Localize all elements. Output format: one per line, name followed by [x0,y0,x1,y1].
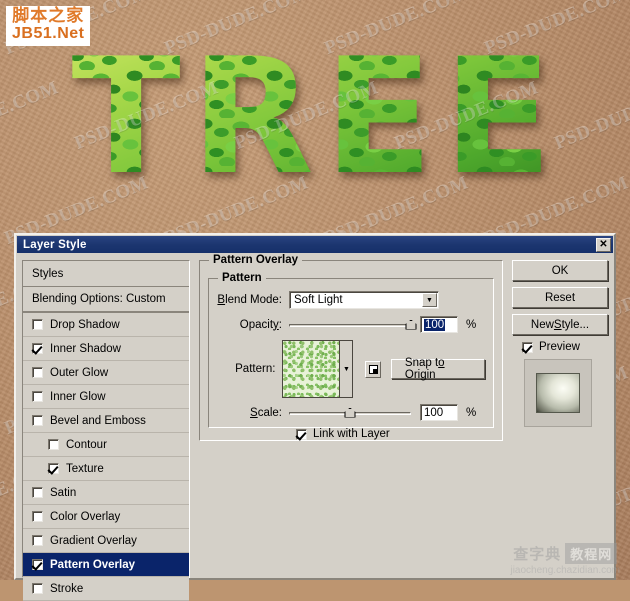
style-row-pattern-overlay[interactable]: Pattern Overlay [23,553,189,577]
opacity-label: Opacity: [239,318,282,331]
style-checkbox[interactable] [32,415,43,426]
chevron-down-icon[interactable]: ▼ [422,293,437,307]
scale-slider[interactable] [289,406,411,420]
styles-panel: Styles Blending Options: Custom Drop Sha… [22,260,190,601]
preview-thumbnail [536,373,580,413]
pattern-dropdown-icon[interactable]: ▼ [339,341,353,397]
opacity-unit: % [466,318,477,331]
tree-headline-text: TREE [52,22,582,212]
blend-mode-value: Soft Light [294,294,343,306]
style-row-label: Gradient Overlay [50,534,137,547]
style-checkbox[interactable] [48,463,59,474]
jb51-logo-en: JB51.Net [12,24,85,42]
dialog-title: Layer Style [23,238,87,251]
opacity-slider-thumb[interactable] [405,319,417,330]
style-row-outer-glow[interactable]: Outer Glow [23,361,189,385]
styles-list-header[interactable]: Styles [23,261,189,287]
style-row-label: Bevel and Emboss [50,414,146,427]
scale-input[interactable]: 100 [420,404,458,421]
style-row-bevel-and-emboss[interactable]: Bevel and Emboss [23,409,189,433]
pattern-swatch[interactable] [283,341,340,397]
style-checkbox[interactable] [32,535,43,546]
blend-mode-select[interactable]: Soft Light ▼ [289,291,439,309]
dialog-title-bar[interactable]: Layer Style ✕ [17,236,613,253]
style-row-contour[interactable]: Contour [23,433,189,457]
scale-label: Scale: [250,406,282,419]
style-checkbox[interactable] [32,559,43,570]
style-row-inner-shadow[interactable]: Inner Shadow [23,337,189,361]
new-pattern-icon [368,364,378,374]
style-row-label: Satin [50,486,77,499]
pattern-overlay-group-title: Pattern Overlay [209,254,303,266]
preview-row[interactable]: Preview [522,341,608,353]
style-checkbox[interactable] [32,487,43,498]
jb51-logo-cn: 脚本之家 [12,6,85,26]
new-pattern-icon-button[interactable] [365,360,381,378]
style-row-label: Drop Shadow [50,318,120,331]
close-icon[interactable]: ✕ [596,237,611,252]
snap-to-origin-button[interactable]: Snap to Origin [390,357,485,381]
buttons-panel: OK Reset New Style... Preview [508,260,608,578]
opacity-row: Opacity: 100 % [217,316,485,333]
link-with-layer-checkbox[interactable] [296,428,307,440]
link-with-layer-label: Link with Layer [313,428,390,440]
layer-style-dialog: Layer Style ✕ Styles Blending Options: C… [14,233,616,601]
style-row-label: Outer Glow [50,366,109,379]
pattern-label: Pattern: [235,363,276,375]
style-row-color-overlay[interactable]: Color Overlay [23,505,189,529]
preview-thumbnail-frame [524,359,592,427]
pattern-overlay-group: Pattern Overlay Pattern Blend Mode: Soft… [199,254,503,441]
style-row-label: Pattern Overlay [50,558,136,571]
blending-options-row[interactable]: Blending Options: Custom [23,287,189,313]
style-row-texture[interactable]: Texture [23,457,189,481]
new-style-button[interactable]: New Style... [512,314,608,335]
style-checkbox[interactable] [48,439,59,450]
style-row-label: Stroke [50,582,84,595]
style-row-drop-shadow[interactable]: Drop Shadow [23,313,189,337]
style-checkbox[interactable] [32,583,43,594]
ok-button[interactable]: OK [512,260,608,281]
style-row-label: Color Overlay [50,510,121,523]
style-row-stroke[interactable]: Stroke [23,577,189,601]
content-panel: Pattern Overlay Pattern Blend Mode: Soft… [190,254,508,578]
blend-mode-row: Blend Mode: Soft Light ▼ [217,291,485,309]
opacity-slider-track [289,323,411,327]
style-row-satin[interactable]: Satin [23,481,189,505]
opacity-slider[interactable] [289,318,417,332]
preview-label: Preview [539,341,580,353]
reset-button[interactable]: Reset [512,287,608,308]
pattern-row: Pattern: ▼ Snap to Origin [217,340,485,398]
style-row-label: Contour [66,438,107,451]
style-checkbox[interactable] [32,319,43,330]
style-row-label: Inner Shadow [50,342,121,355]
pattern-picker[interactable]: ▼ [282,340,354,398]
style-row-gradient-overlay[interactable]: Gradient Overlay [23,529,189,553]
style-row-inner-glow[interactable]: Inner Glow [23,385,189,409]
pattern-group-title: Pattern [218,272,266,284]
style-checkbox[interactable] [32,343,43,354]
scale-row: Scale: 100 % [217,404,485,421]
jb51-logo: 脚本之家 JB51.Net [6,6,91,46]
style-checkbox[interactable] [32,367,43,378]
blend-mode-label: Blend Mode: [217,294,282,306]
scale-unit: % [466,406,477,419]
style-row-label: Texture [66,462,104,475]
scale-value: 100 [424,406,444,419]
style-row-label: Inner Glow [50,390,106,403]
opacity-value: 100 [424,318,446,331]
style-checkbox[interactable] [32,391,43,402]
opacity-input[interactable]: 100 [420,316,458,333]
preview-checkbox[interactable] [522,341,533,353]
pattern-inner-group: Pattern Blend Mode: Soft Light ▼ Opacity… [208,272,494,440]
style-checkbox[interactable] [32,511,43,522]
styles-list: Styles Blending Options: Custom Drop Sha… [23,261,189,601]
link-with-layer-row[interactable]: Link with Layer [296,428,485,440]
scale-slider-thumb[interactable] [344,407,356,418]
dialog-body: Styles Blending Options: Custom Drop Sha… [16,253,614,601]
